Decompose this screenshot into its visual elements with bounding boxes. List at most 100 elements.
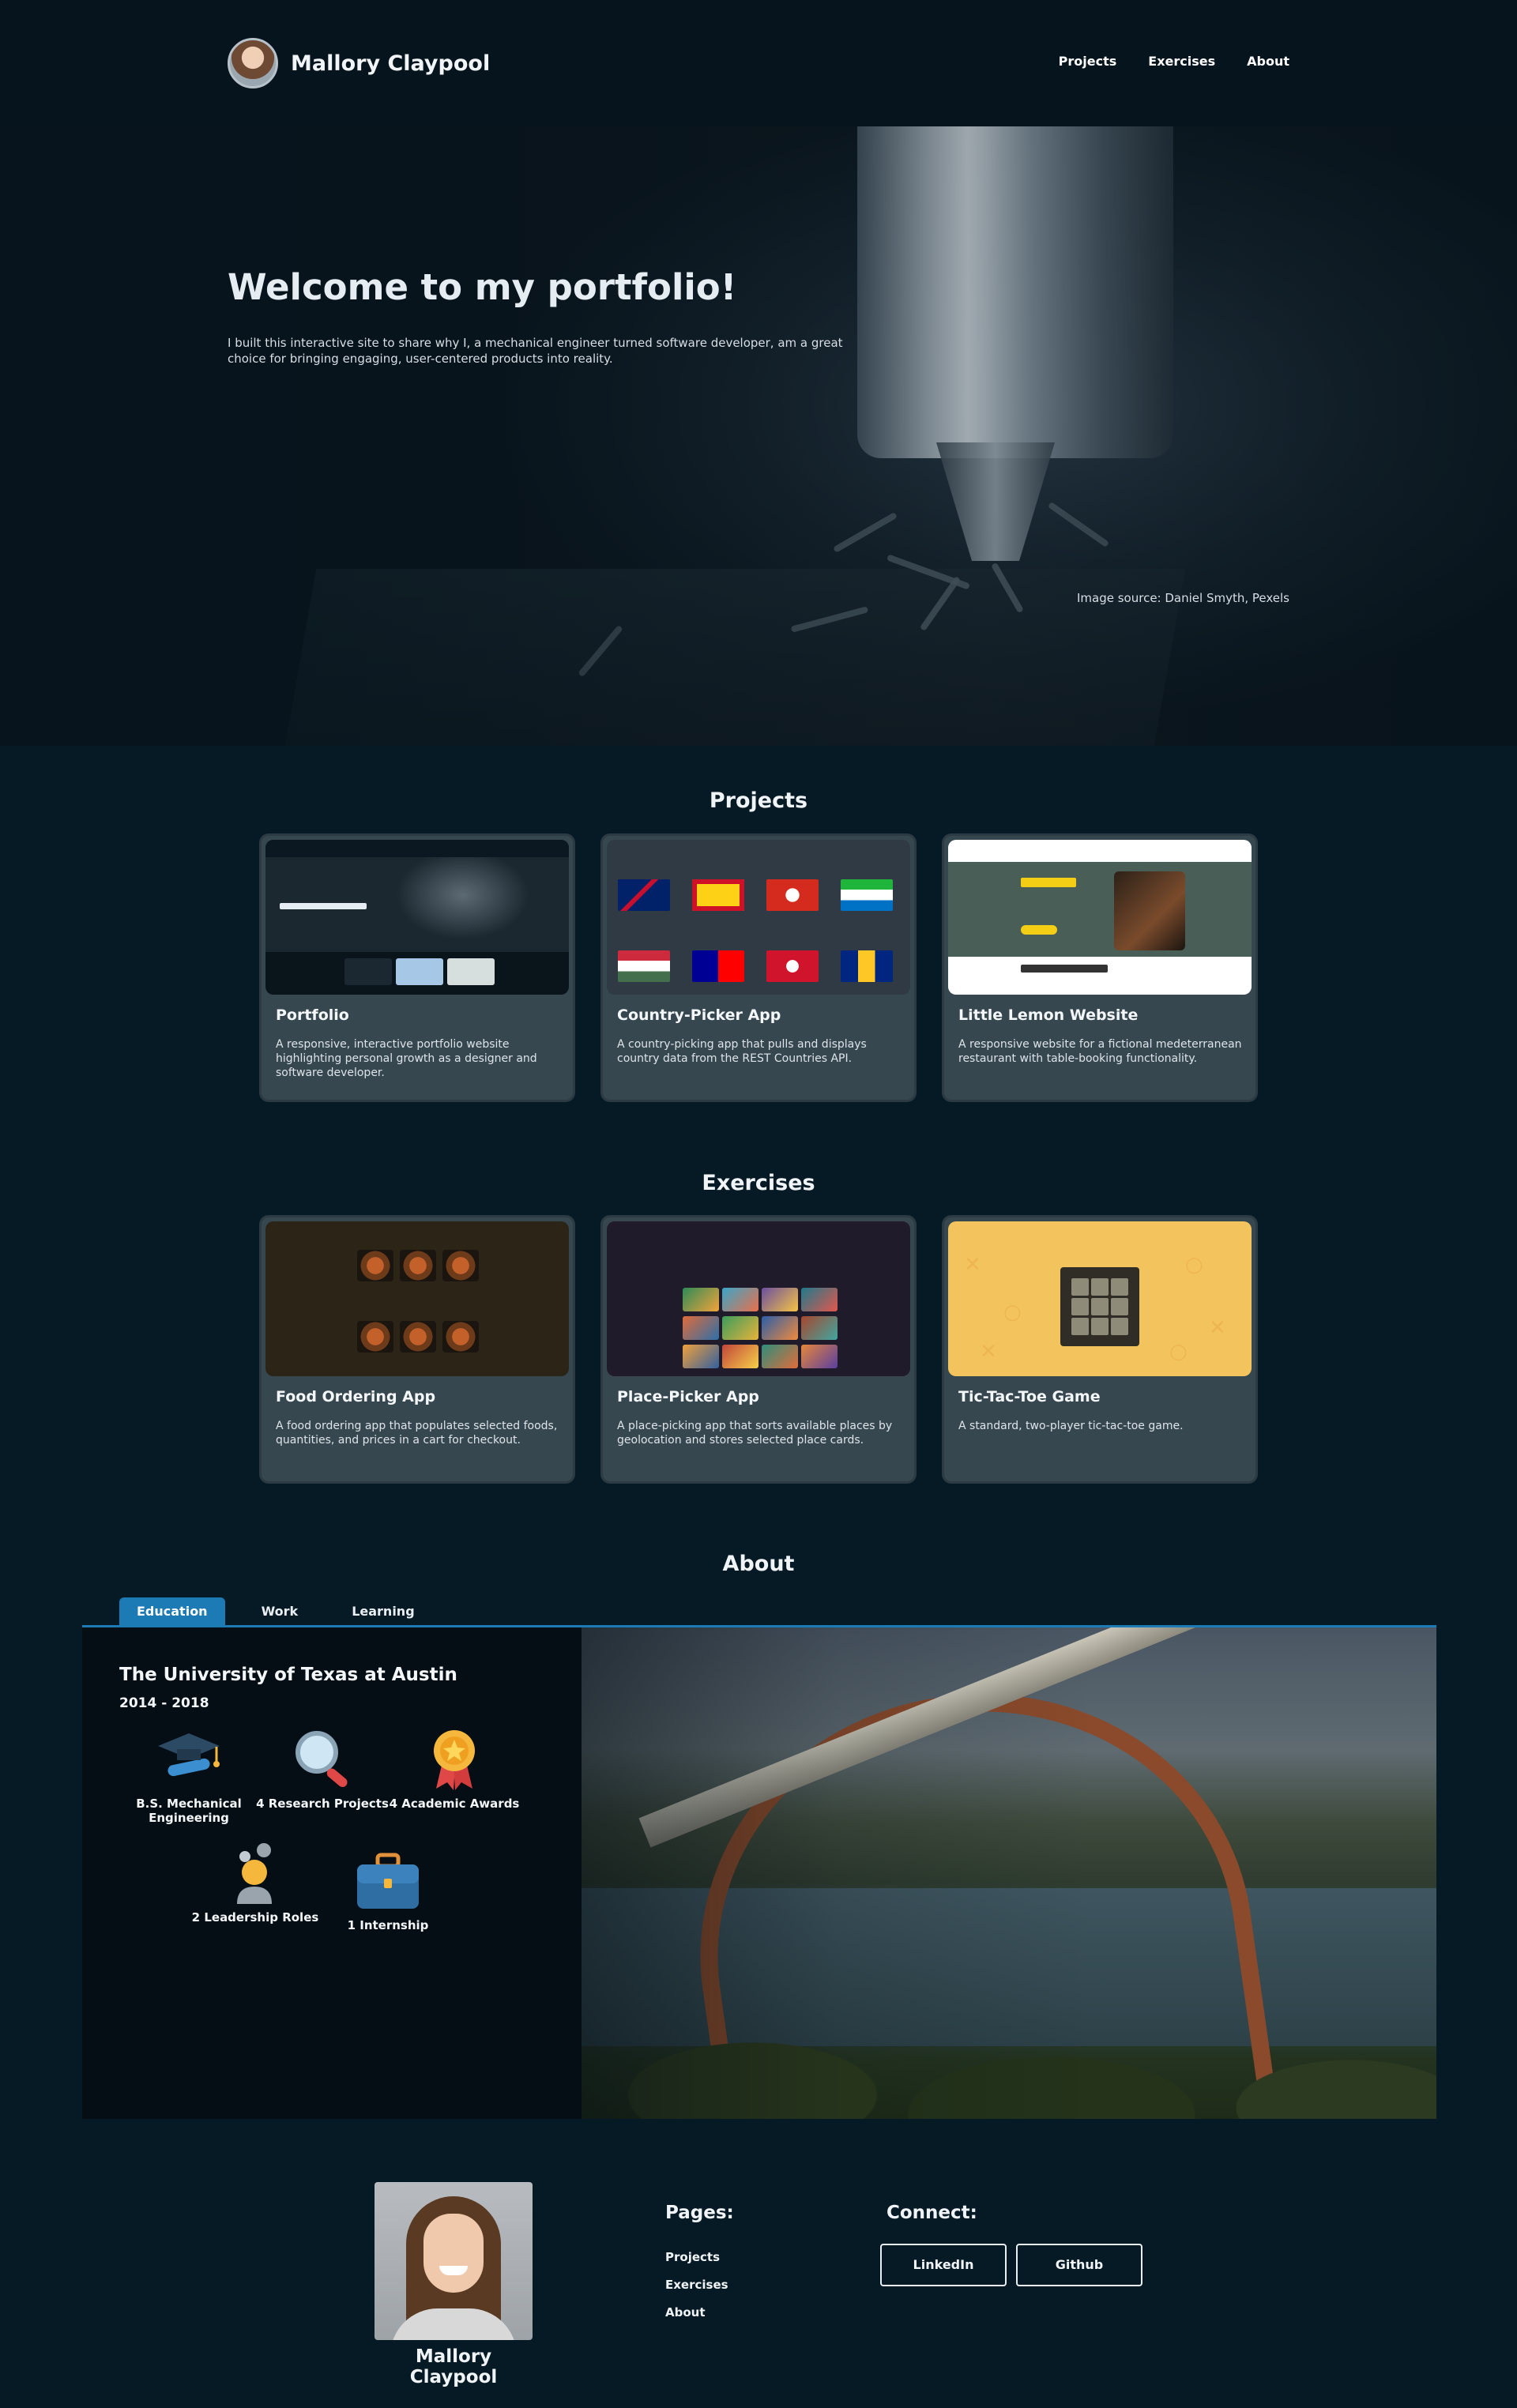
exercise-card-food-ordering[interactable]: Food Ordering App A food ordering app th… [259, 1215, 575, 1484]
bridge-photo [582, 1627, 1436, 2119]
site-name: Mallory Claypool [291, 51, 491, 76]
place-tile [762, 1316, 798, 1340]
thumbnail-card [396, 958, 443, 985]
main-nav: Projects Exercises About [1059, 54, 1289, 69]
photo-fade [582, 1627, 1436, 2119]
little-lemon-thumbnail [948, 840, 1252, 995]
thumbnail-hero [948, 862, 1252, 957]
thumbnail-food-photo [1114, 871, 1185, 950]
card-description: A place-picking app that sorts available… [617, 1420, 893, 1447]
medal-icon [419, 1727, 490, 1790]
achievement-research: 4 Research Projects [255, 1727, 390, 1811]
thumbnail-button [1021, 925, 1057, 935]
avatar [228, 38, 278, 88]
place-tile [683, 1316, 719, 1340]
hero-image-credit: Image source: Daniel Smyth, Pexels [1077, 591, 1289, 605]
place-tile [801, 1288, 838, 1311]
footer-pages-title: Pages: [665, 2203, 734, 2223]
nav-link-about[interactable]: About [1247, 54, 1289, 69]
nav-link-projects[interactable]: Projects [1059, 54, 1117, 69]
project-card-portfolio[interactable]: Portfolio A responsive, interactive port… [259, 833, 575, 1102]
exercise-card-place-picker[interactable]: Place-Picker App A place-picking app tha… [600, 1215, 917, 1484]
board-cell [1111, 1298, 1128, 1315]
tab-education[interactable]: Education [119, 1597, 225, 1626]
linkedin-button[interactable]: LinkedIn [880, 2244, 1007, 2286]
place-tile [762, 1288, 798, 1311]
thumbnail-card [344, 958, 392, 985]
dish-tile [442, 1321, 479, 1353]
achievement-leadership: 2 Leadership Roles [188, 1841, 322, 1925]
footer-link-about[interactable]: About [665, 2305, 706, 2320]
exercises-title: Exercises [702, 1171, 815, 1195]
board-cell [1071, 1278, 1089, 1296]
achievement-label: 4 Academic Awards [389, 1797, 520, 1811]
achievement-degree: B.S. Mechanical Engineering [122, 1727, 256, 1825]
place-tile [683, 1345, 719, 1368]
footer-link-exercises[interactable]: Exercises [665, 2278, 728, 2292]
nav-link-exercises[interactable]: Exercises [1148, 54, 1215, 69]
hero-title: Welcome to my portfolio! [228, 266, 737, 308]
about-tabs: Education Work Learning [119, 1597, 451, 1626]
hero-overlay [0, 126, 1517, 746]
place-tile [722, 1288, 758, 1311]
achievement-awards: 4 Academic Awards [387, 1727, 521, 1811]
footer-link-projects[interactable]: Projects [665, 2250, 720, 2264]
board-cell [1091, 1278, 1109, 1296]
board-cell [1111, 1278, 1128, 1296]
country-picker-thumbnail [607, 840, 910, 995]
place-picker-thumbnail [607, 1221, 910, 1376]
place-tile [801, 1316, 838, 1340]
projects-title: Projects [709, 788, 808, 813]
flag-tile [692, 950, 744, 982]
card-title: Little Lemon Website [958, 1006, 1139, 1024]
card-title: Food Ordering App [276, 1388, 436, 1405]
achievement-label: 2 Leadership Roles [191, 1910, 319, 1925]
dish-tile [400, 1321, 436, 1353]
flag-tile [692, 879, 744, 911]
tab-work[interactable]: Work [244, 1597, 316, 1626]
card-title: Tic-Tac-Toe Game [958, 1388, 1101, 1405]
card-description: A country-picking app that pulls and dis… [617, 1038, 867, 1065]
card-description: A responsive website for a fictional med… [958, 1038, 1242, 1065]
place-tile [722, 1345, 758, 1368]
flag-tile [618, 879, 670, 911]
place-tile [762, 1345, 798, 1368]
card-title: Country-Picker App [617, 1006, 781, 1024]
education-years: 2014 - 2018 [119, 1695, 209, 1711]
thumbnail-header [265, 840, 569, 857]
github-button[interactable]: Github [1016, 2244, 1142, 2286]
flag-tile [766, 950, 819, 982]
x-mark-icon: ✕ [980, 1340, 997, 1364]
dish-tile [357, 1321, 393, 1353]
card-description: A standard, two-player tic-tac-toe game. [958, 1420, 1184, 1432]
footer-name: Mallory Claypool [409, 2346, 498, 2387]
food-ordering-thumbnail [265, 1221, 569, 1376]
hero-text: I built this interactive site to share w… [228, 336, 843, 366]
hero-section [0, 126, 1517, 746]
place-tile [683, 1288, 719, 1311]
game-board [1060, 1267, 1139, 1346]
portfolio-thumbnail [265, 840, 569, 995]
board-cell [1071, 1298, 1089, 1315]
card-title: Portfolio [276, 1006, 349, 1024]
tab-learning[interactable]: Learning [334, 1597, 431, 1626]
achievement-internship: 1 Internship [321, 1849, 455, 1932]
o-mark-icon: ○ [1003, 1300, 1022, 1324]
exercise-card-tic-tac-toe[interactable]: ✕ ○ ○ ✕ ✕ ○ Tic-Tac-Toe Game A standard,… [942, 1215, 1258, 1484]
flag-tile [766, 879, 819, 911]
card-description: A responsive, interactive portfolio webs… [276, 1038, 537, 1079]
institution-name: The University of Texas at Austin [119, 1665, 457, 1685]
board-cell [1071, 1318, 1089, 1335]
flag-tile [841, 950, 893, 982]
leader-icon [220, 1841, 291, 1904]
o-mark-icon: ○ [1169, 1340, 1188, 1364]
place-tile [801, 1345, 838, 1368]
project-card-little-lemon[interactable]: Little Lemon Website A responsive websit… [942, 833, 1258, 1102]
flag-tile [841, 879, 893, 911]
magnifier-icon [287, 1727, 358, 1790]
o-mark-icon: ○ [1185, 1253, 1203, 1277]
project-card-country-picker[interactable]: Country-Picker App A country-picking app… [600, 833, 917, 1102]
brand[interactable]: Mallory Claypool [228, 38, 490, 88]
graduation-cap-icon [153, 1727, 224, 1790]
thumbnail-title [280, 903, 367, 909]
